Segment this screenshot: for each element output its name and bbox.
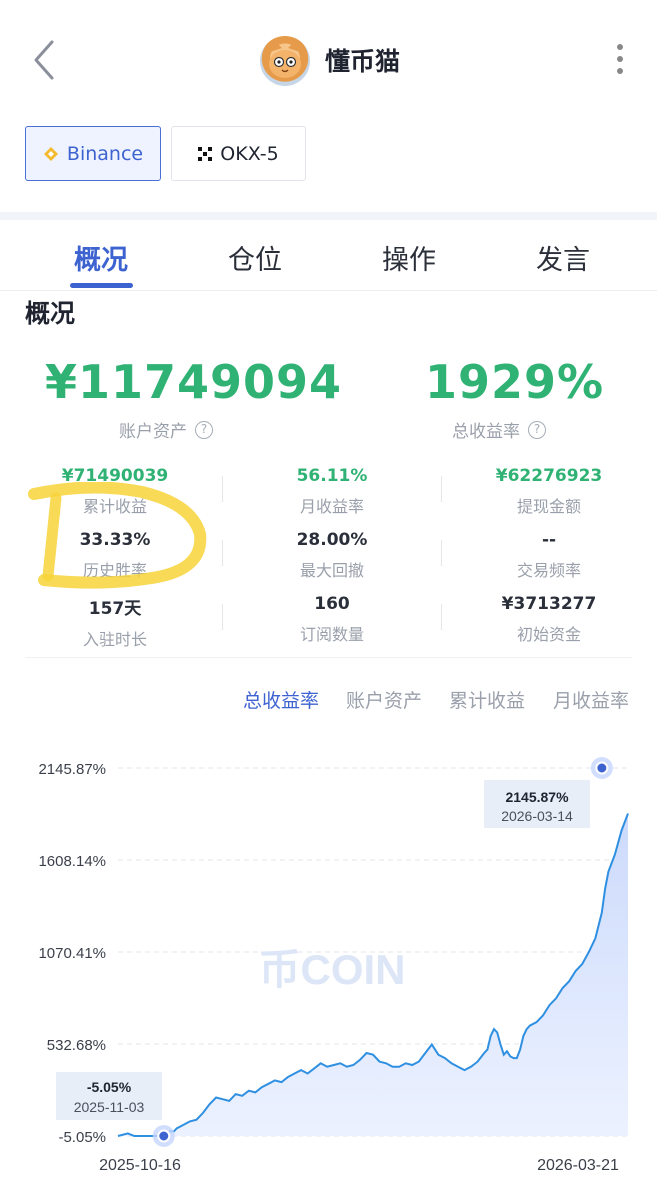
exchange-chip-label: Binance <box>66 142 144 165</box>
help-icon[interactable]: ? <box>195 420 213 439</box>
binance-icon <box>43 146 58 161</box>
exchange-chip-binance[interactable]: Binance <box>25 126 161 181</box>
chevron-left-icon[interactable] <box>30 38 60 82</box>
stat-monthly-return: 56.11% 月收益率 <box>232 466 432 517</box>
annotation-date: 2025-11-03 <box>74 1099 145 1115</box>
section-title: 概况 <box>25 299 76 328</box>
stat-label: 提现金额 <box>516 497 581 516</box>
stat-cumulative-profit: ¥71490039 累计收益 <box>15 466 215 517</box>
help-icon[interactable]: ? <box>528 420 546 439</box>
stat-label: 月收益率 <box>299 497 364 516</box>
stat-withdrawal-amount: ¥62276923 提现金额 <box>449 466 649 517</box>
divider <box>222 604 223 630</box>
annotation-value: -5.05% <box>87 1079 132 1095</box>
divider <box>0 290 657 291</box>
stat-value: 33.33% <box>79 530 151 550</box>
stat-label: 交易频率 <box>516 561 581 580</box>
more-vertical-icon[interactable] <box>610 40 630 80</box>
stat-label: 入驻时长 <box>82 630 147 649</box>
exchange-chip-okx[interactable]: OKX-5 <box>171 126 306 181</box>
stat-label: 初始资金 <box>516 625 581 644</box>
stat-value: 160 <box>314 594 350 614</box>
stat-value: ¥71490039 <box>61 466 169 486</box>
stat-label: 订阅数量 <box>299 625 364 644</box>
divider <box>222 476 223 502</box>
okx-icon <box>198 146 213 161</box>
x-tick-label: 2026-03-21 <box>537 1157 619 1174</box>
y-tick-label: 1608.14% <box>38 853 106 870</box>
stat-trade-frequency: -- 交易频率 <box>449 530 649 581</box>
total-return-value: 1929% <box>425 355 605 409</box>
top-bar: 懂币猫 <box>0 0 657 120</box>
stat-value: ¥62276923 <box>495 466 603 486</box>
x-tick-label: 2025-10-16 <box>99 1157 181 1174</box>
account-assets-value: ¥11749094 <box>45 355 343 409</box>
tab-posts[interactable]: 发言 <box>536 238 590 277</box>
chart-tab-cumulative-profit[interactable]: 累计收益 <box>449 686 525 713</box>
stat-win-rate: 33.33% 历史胜率 <box>15 530 215 581</box>
account-assets-label: 账户资产 ? <box>119 417 213 442</box>
divider <box>441 476 442 502</box>
stat-initial-capital: ¥3713277 初始资金 <box>449 594 649 645</box>
y-tick-label: 532.68% <box>47 1037 106 1054</box>
max-point-marker <box>595 761 609 775</box>
main-tabs: 概况 仓位 操作 发言 <box>0 238 657 290</box>
exchange-chip-label: OKX-5 <box>220 142 279 165</box>
divider <box>441 604 442 630</box>
total-return-label-text: 总收益率 <box>452 422 520 442</box>
tab-overview[interactable]: 概况 <box>74 238 128 277</box>
stat-value: -- <box>541 530 557 550</box>
stat-value: 28.00% <box>296 530 368 550</box>
tab-positions[interactable]: 仓位 <box>228 238 282 277</box>
divider <box>25 657 632 658</box>
total-return-label: 总收益率 ? <box>452 417 546 442</box>
watermark: 币COIN <box>258 946 405 993</box>
y-tick-label: -5.05% <box>58 1129 106 1146</box>
divider <box>222 540 223 566</box>
y-tick-label: 1070.41% <box>38 945 106 962</box>
cat-avatar-icon <box>269 40 301 78</box>
chart-tab-total-return[interactable]: 总收益率 <box>243 686 319 713</box>
avatar[interactable] <box>260 36 310 86</box>
stat-value: ¥3713277 <box>501 594 597 614</box>
y-tick-label: 2145.87% <box>38 761 106 778</box>
stat-label: 累计收益 <box>82 497 147 516</box>
section-separator <box>0 212 657 220</box>
stat-label: 历史胜率 <box>82 561 147 580</box>
tab-active-indicator <box>70 283 133 288</box>
account-assets-label-text: 账户资产 <box>119 422 187 442</box>
total-return-chart: 币COIN 2145.87% 1608.14% 1070.41% 532.68% -5.… <box>38 757 629 1174</box>
divider <box>441 540 442 566</box>
stat-subscriptions: 160 订阅数量 <box>232 594 432 645</box>
stat-value: 56.11% <box>296 466 368 486</box>
stat-label: 最大回撤 <box>299 561 364 580</box>
chart-tab-monthly-return[interactable]: 月收益率 <box>553 686 629 713</box>
page-title: 懂币猫 <box>325 47 401 76</box>
stat-max-drawdown: 28.00% 最大回撤 <box>232 530 432 581</box>
annotation-date: 2026-03-14 <box>501 808 573 824</box>
annotation-value: 2145.87% <box>505 789 569 805</box>
min-point-marker <box>157 1129 171 1143</box>
stat-tenure: 157天 入驻时长 <box>15 594 215 650</box>
tab-operations[interactable]: 操作 <box>382 238 436 277</box>
chart-tab-account-assets[interactable]: 账户资产 <box>346 686 422 713</box>
stat-value: 157天 <box>88 599 142 619</box>
